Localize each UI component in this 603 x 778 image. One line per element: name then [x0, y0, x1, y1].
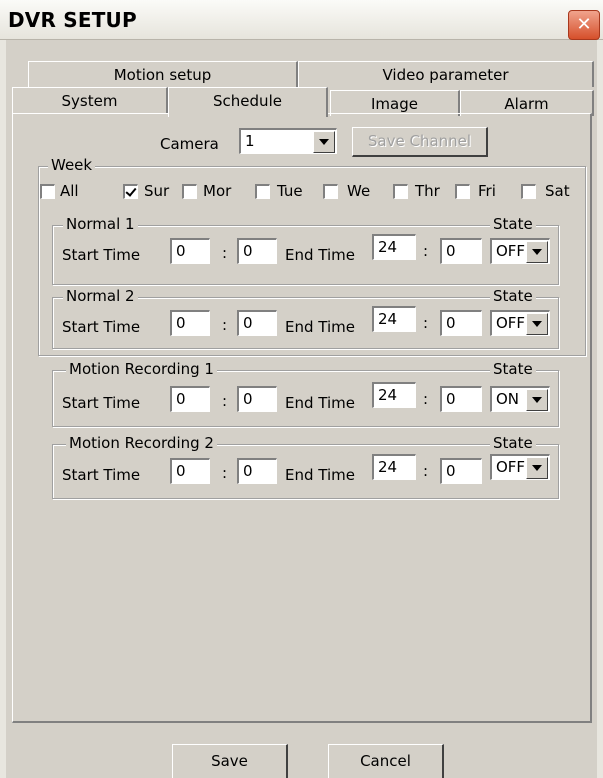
checkbox-sat[interactable]: [521, 184, 536, 199]
motion-recording-2-state-label: State: [490, 434, 536, 452]
tab-motion-setup-label: Motion setup: [113, 66, 212, 84]
normal-2-start-label: Start Time: [62, 318, 141, 336]
normal-2-end-colon: :: [423, 314, 429, 332]
normal-1-legend: Normal 1: [63, 215, 138, 233]
normal-1-start-colon: :: [222, 244, 228, 262]
motion-recording-1-end-minute[interactable]: 0: [440, 386, 482, 412]
checkbox-all[interactable]: [40, 184, 55, 199]
motion-recording-2-start-label: Start Time: [62, 466, 141, 484]
motion-recording-2-start-hour[interactable]: 0: [170, 458, 210, 484]
checkbox-all-label: All: [60, 182, 79, 200]
chevron-down-icon[interactable]: [526, 457, 548, 479]
checkbox-wed[interactable]: [323, 184, 338, 199]
window-border-left: [0, 40, 6, 778]
normal-2-start-minute[interactable]: 0: [237, 310, 277, 336]
checkbox-sat-label: Sat: [545, 182, 570, 200]
tab-video-parameter-label: Video parameter: [382, 66, 509, 84]
motion-recording-2-end-label: End Time: [285, 466, 355, 484]
checkbox-fri-label: Fri: [478, 182, 496, 200]
normal-2-end-label: End Time: [285, 318, 355, 336]
normal-2-legend: Normal 2: [63, 287, 138, 305]
camera-select-value: 1: [245, 132, 255, 150]
tab-schedule[interactable]: Schedule: [168, 87, 328, 117]
normal-2-start-hour[interactable]: 0: [170, 310, 210, 336]
tab-system-label: System: [61, 92, 118, 110]
motion-recording-1-state-select[interactable]: ON: [490, 386, 550, 412]
motion-recording-1-end-hour[interactable]: 24: [372, 382, 416, 408]
motion-recording-1-start-minute[interactable]: 0: [237, 386, 277, 412]
motion-recording-1-state-label: State: [490, 360, 536, 378]
motion-recording-2-end-colon: :: [423, 462, 429, 480]
normal-1-state-select[interactable]: OFF: [490, 238, 550, 264]
camera-select[interactable]: 1: [239, 128, 337, 154]
motion-recording-1-start-hour[interactable]: 0: [170, 386, 210, 412]
motion-recording-1-legend: Motion Recording 1: [66, 360, 217, 378]
checkbox-sun[interactable]: [123, 184, 138, 199]
checkbox-thu[interactable]: [393, 184, 408, 199]
save-button[interactable]: Save: [172, 744, 288, 778]
chevron-down-icon[interactable]: [526, 313, 548, 335]
normal-2-state-label: State: [490, 287, 536, 305]
save-channel-button[interactable]: Save Channel: [352, 127, 488, 157]
normal-1-end-colon: :: [423, 242, 429, 260]
checkbox-fri[interactable]: [455, 184, 470, 199]
motion-recording-1-start-label: Start Time: [62, 394, 141, 412]
normal-1-end-hour[interactable]: 24: [372, 234, 416, 260]
tab-system[interactable]: System: [12, 87, 168, 113]
normal-1-state-value: OFF: [496, 242, 526, 260]
checkbox-mon-label: Mor: [203, 182, 232, 200]
motion-recording-2-end-minute[interactable]: 0: [440, 458, 482, 484]
checkbox-thu-label: Thr: [415, 182, 440, 200]
tab-alarm-label: Alarm: [504, 95, 549, 113]
normal-1-start-label: Start Time: [62, 246, 141, 264]
normal-2-state-select[interactable]: OFF: [490, 310, 550, 336]
motion-recording-2-state-value: OFF: [496, 458, 526, 476]
close-icon: ✕: [576, 14, 592, 35]
checkbox-wed-label: We: [347, 182, 371, 200]
motion-recording-1-end-colon: :: [423, 390, 429, 408]
window-border-right: [597, 40, 603, 778]
save-channel-label: Save Channel: [367, 132, 472, 150]
normal-1-end-label: End Time: [285, 246, 355, 264]
checkbox-tue[interactable]: [255, 184, 270, 199]
normal-1-state-label: State: [490, 215, 536, 233]
normal-2-start-colon: :: [222, 316, 228, 334]
close-button[interactable]: ✕: [568, 10, 600, 40]
cancel-button[interactable]: Cancel: [328, 744, 444, 778]
normal-1-start-hour[interactable]: 0: [170, 238, 210, 264]
tab-video-parameter[interactable]: Video parameter: [298, 61, 594, 87]
window-title: DVR SETUP: [8, 8, 137, 32]
chevron-down-icon[interactable]: [526, 389, 548, 411]
motion-recording-1-start-colon: :: [222, 392, 228, 410]
motion-recording-1-end-label: End Time: [285, 394, 355, 412]
motion-recording-2-legend: Motion Recording 2: [66, 434, 217, 452]
camera-label: Camera: [160, 135, 219, 153]
cancel-button-label: Cancel: [360, 752, 411, 770]
checkbox-tue-label: Tue: [277, 182, 303, 200]
tab-image-label: Image: [371, 95, 418, 113]
tab-schedule-label: Schedule: [213, 92, 282, 110]
normal-2-end-hour[interactable]: 24: [372, 306, 416, 332]
motion-recording-2-start-minute[interactable]: 0: [237, 458, 277, 484]
week-legend: Week: [48, 156, 96, 174]
chevron-down-icon[interactable]: [313, 131, 335, 153]
normal-2-state-value: OFF: [496, 314, 526, 332]
motion-recording-2-end-hour[interactable]: 24: [372, 454, 416, 480]
motion-recording-2-start-colon: :: [222, 464, 228, 482]
normal-1-end-minute[interactable]: 0: [440, 238, 482, 264]
normal-2-end-minute[interactable]: 0: [440, 310, 482, 336]
motion-recording-1-state-value: ON: [496, 390, 520, 408]
checkbox-sun-label: Sur: [144, 182, 170, 200]
chevron-down-icon[interactable]: [526, 241, 548, 263]
motion-recording-2-state-select[interactable]: OFF: [490, 454, 550, 480]
tab-motion-setup[interactable]: Motion setup: [28, 61, 298, 87]
normal-1-start-minute[interactable]: 0: [237, 238, 277, 264]
save-button-label: Save: [211, 752, 248, 770]
checkbox-mon[interactable]: [182, 184, 197, 199]
